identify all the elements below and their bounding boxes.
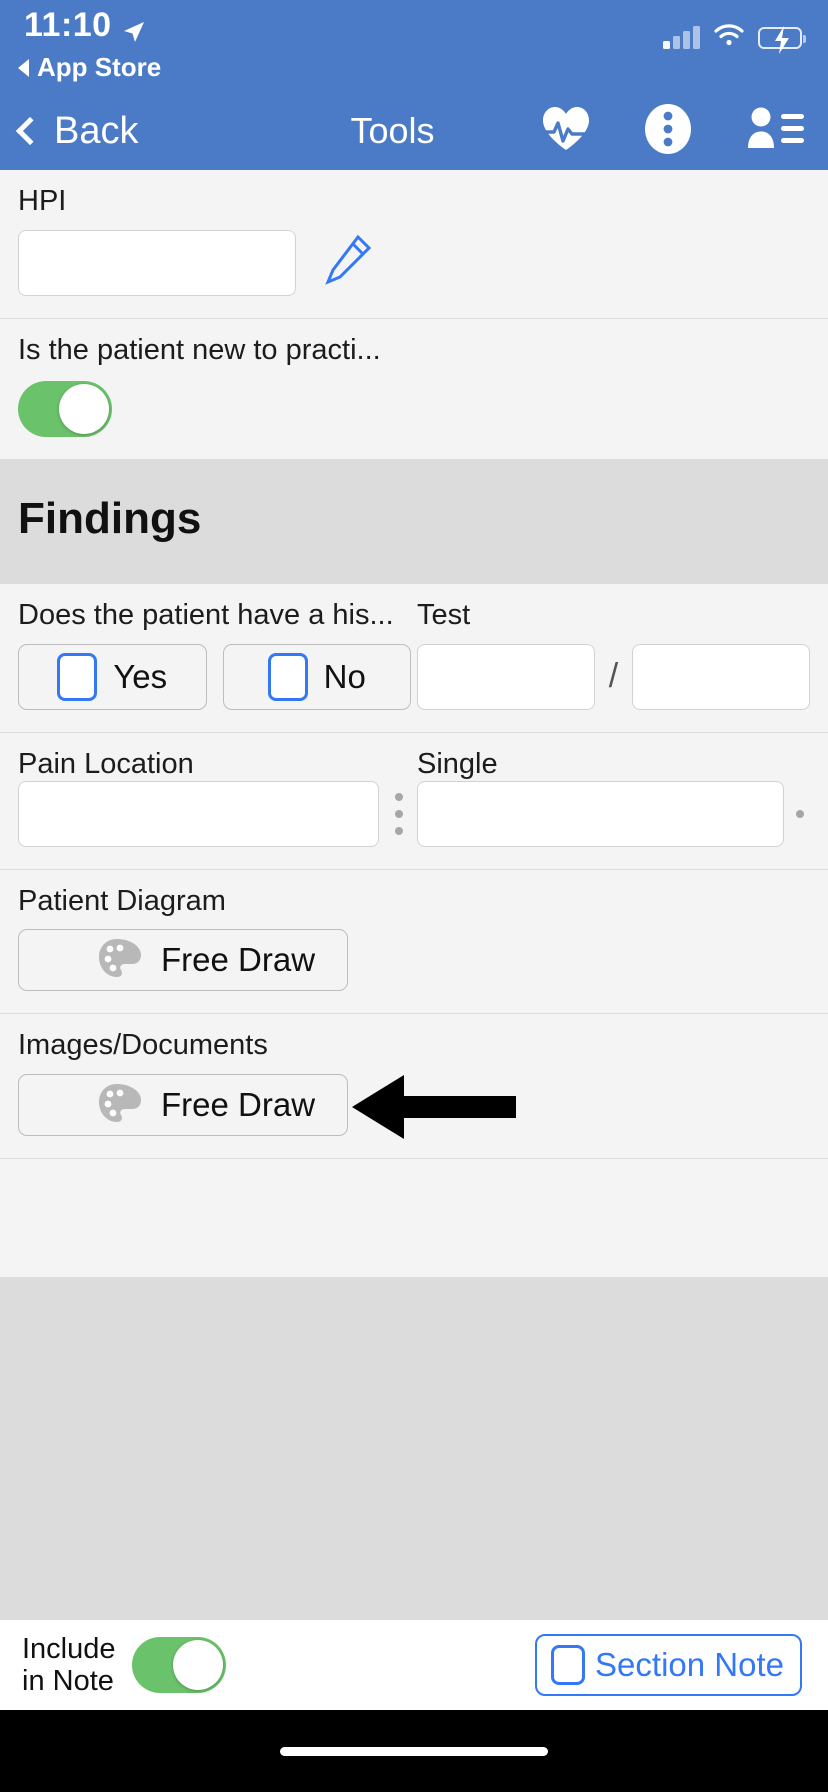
- status-time: 11:10: [24, 6, 112, 44]
- row-patient-diagram: Patient Diagram Free Draw: [0, 869, 828, 1015]
- toggle-knob: [172, 1640, 223, 1690]
- row-history-test: Does the patient have a his... Yes No Te: [0, 583, 828, 733]
- hpi-label: HPI: [18, 185, 67, 217]
- test-label: Test: [417, 598, 471, 631]
- history-column: Does the patient have a his... Yes No: [18, 598, 417, 710]
- navigation-bar: Back Tools: [0, 92, 828, 170]
- cellular-signal-icon: [663, 25, 700, 49]
- checkbox-yes-icon: [57, 652, 98, 701]
- hpi-input[interactable]: [18, 229, 296, 296]
- single-input[interactable]: [417, 780, 784, 847]
- home-indicator-area: [0, 1710, 828, 1792]
- form-content: HPI Is the patient new to practi... Find…: [0, 170, 828, 1620]
- row-images-documents: Images/Documents Free Draw: [0, 1014, 828, 1160]
- patient-new-toggle[interactable]: [18, 380, 112, 437]
- patient-list-icon[interactable]: [744, 105, 806, 158]
- history-option-yes[interactable]: Yes: [18, 643, 207, 710]
- nav-back-button[interactable]: Back: [15, 109, 139, 153]
- location-arrow-icon: [122, 14, 146, 42]
- test-inputs: /: [417, 643, 811, 710]
- include-line-2: in Note: [22, 1665, 114, 1697]
- include-in-note-group: Include in Note: [22, 1633, 226, 1698]
- test-column: Test /: [417, 598, 811, 710]
- checkbox-section-note-icon: [551, 1645, 586, 1685]
- palette-icon: [97, 937, 143, 984]
- row-patient-new: Is the patient new to practi...: [0, 318, 828, 460]
- status-indicators: [663, 24, 806, 54]
- pain-location-column: Pain Location: [18, 747, 417, 847]
- empty-scroll-area: [0, 1277, 828, 1620]
- pain-location-input[interactable]: [18, 780, 379, 847]
- single-label: Single: [417, 747, 498, 780]
- dot-icon[interactable]: [790, 809, 810, 818]
- heart-pulse-icon[interactable]: [540, 105, 592, 158]
- test-input-right[interactable]: [632, 643, 811, 710]
- palette-icon: [97, 1082, 143, 1129]
- battery-charging-icon: [758, 25, 806, 54]
- row-pain-single: Pain Location Single: [0, 732, 828, 870]
- history-option-no-label: No: [323, 657, 366, 695]
- back-app-label: App Store: [37, 52, 162, 82]
- pain-single-columns: Pain Location Single: [18, 747, 810, 847]
- section-note-button[interactable]: Section Note: [535, 1634, 802, 1696]
- single-column: Single: [417, 747, 810, 847]
- patient-diagram-label: Patient Diagram: [18, 884, 226, 917]
- images-documents-label: Images/Documents: [18, 1029, 268, 1062]
- nav-icon-group: [540, 103, 806, 160]
- images-documents-free-draw-label: Free Draw: [161, 1086, 316, 1124]
- status-bar: 11:10 App Store: [0, 0, 828, 92]
- history-option-yes-label: Yes: [113, 657, 168, 695]
- hpi-row: [18, 218, 810, 296]
- section-header-findings: Findings: [0, 459, 828, 584]
- more-vertical-icon[interactable]: [644, 103, 692, 160]
- test-separator: /: [608, 657, 619, 696]
- pencil-icon[interactable]: [322, 232, 374, 293]
- home-indicator[interactable]: [280, 1746, 548, 1756]
- bottom-toolbar: Include in Note Section Note: [0, 1620, 828, 1710]
- section-note-label: Section Note: [595, 1646, 784, 1683]
- history-question-label: Does the patient have a his...: [18, 598, 394, 631]
- app-screen: 11:10 App Store Back Tools HPI Is the pa…: [0, 0, 828, 1792]
- nav-tools-button[interactable]: Tools: [350, 110, 434, 152]
- chevron-left-icon: [15, 116, 45, 146]
- content-filler: [0, 1159, 828, 1278]
- back-triangle-icon: [18, 58, 29, 77]
- include-line-1: Include: [22, 1632, 116, 1665]
- status-time-group: 11:10: [24, 6, 146, 45]
- nav-back-label: Back: [54, 109, 139, 152]
- history-test-columns: Does the patient have a his... Yes No Te: [18, 598, 811, 710]
- pain-location-label: Pain Location: [18, 747, 194, 780]
- wifi-icon: [714, 24, 744, 51]
- left-arrow-annotation: [352, 1074, 516, 1145]
- test-input-left[interactable]: [417, 643, 595, 710]
- history-option-no[interactable]: No: [222, 643, 411, 710]
- section-title: Findings: [18, 493, 202, 543]
- vertical-dots-icon[interactable]: [387, 792, 411, 835]
- checkbox-no-icon: [267, 652, 308, 701]
- pain-location-field: [18, 780, 411, 847]
- row-hpi: HPI: [0, 170, 828, 319]
- patient-new-label: Is the patient new to practi...: [18, 333, 381, 366]
- single-field: [417, 780, 810, 847]
- return-to-app-store-button[interactable]: App Store: [18, 52, 161, 83]
- include-in-note-label: Include in Note: [22, 1633, 116, 1698]
- history-options: Yes No: [18, 643, 411, 710]
- include-in-note-toggle[interactable]: [131, 1637, 226, 1693]
- patient-diagram-free-draw-label: Free Draw: [161, 941, 316, 979]
- images-documents-free-draw-button[interactable]: Free Draw: [18, 1074, 348, 1137]
- toggle-knob: [59, 383, 109, 434]
- patient-diagram-free-draw-button[interactable]: Free Draw: [18, 929, 348, 992]
